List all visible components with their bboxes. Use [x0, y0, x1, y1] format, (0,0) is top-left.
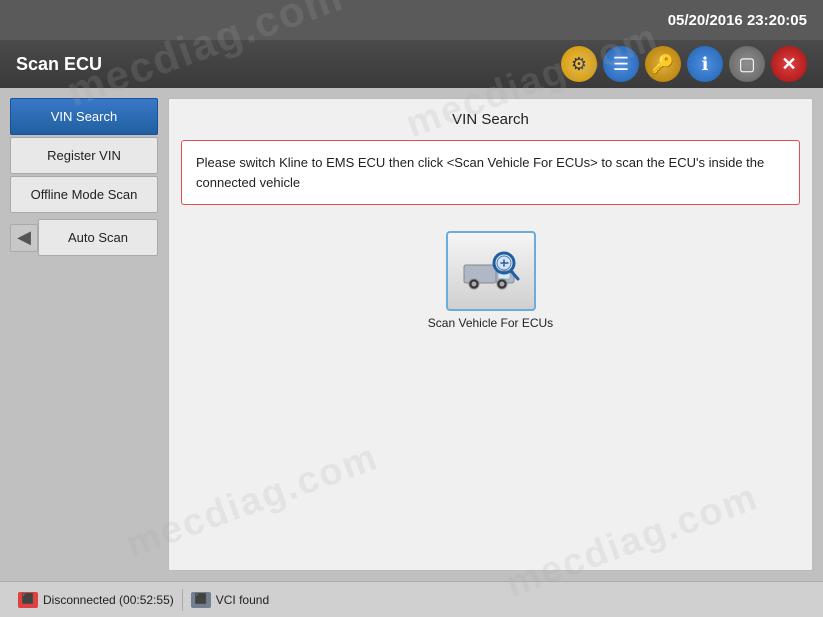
scan-button-label: Scan Vehicle For ECUs — [428, 316, 553, 330]
header: Scan ECU ⚙ ☰ 🔑 ℹ ▢ ✕ — [0, 40, 823, 88]
sidebar: VIN Search Register VIN Offline Mode Sca… — [10, 98, 158, 571]
datetime: 05/20/2016 23:20:05 — [668, 12, 807, 29]
header-icons: ⚙ ☰ 🔑 ℹ ▢ ✕ — [561, 46, 807, 82]
scan-button-area: Scan Vehicle For ECUs — [169, 231, 812, 330]
main-content: VIN Search Register VIN Offline Mode Sca… — [0, 88, 823, 581]
status-bar: ⬛ Disconnected (00:52:55) ⬛ VCI found — [0, 581, 823, 617]
vci-segment: ⬛ VCI found — [183, 592, 277, 608]
vci-label: VCI found — [216, 593, 269, 607]
scan-vehicle-button[interactable] — [446, 231, 536, 311]
right-panel: VIN Search Please switch Kline to EMS EC… — [168, 98, 813, 571]
disconnected-segment: ⬛ Disconnected (00:52:55) — [10, 592, 182, 608]
disconnected-icon: ⬛ — [18, 592, 38, 608]
sidebar-item-offline-mode-scan[interactable]: Offline Mode Scan — [10, 176, 158, 213]
list-button[interactable]: ☰ — [603, 46, 639, 82]
window-button[interactable]: ▢ — [729, 46, 765, 82]
scan-vehicle-icon — [462, 245, 520, 297]
disconnected-label: Disconnected (00:52:55) — [43, 593, 174, 607]
back-button-wrap: ◀ Auto Scan — [10, 219, 158, 256]
vci-icon: ⬛ — [191, 592, 211, 608]
back-button[interactable]: ◀ — [10, 224, 38, 252]
info-button[interactable]: ℹ — [687, 46, 723, 82]
settings-button[interactable]: ⚙ — [561, 46, 597, 82]
close-button[interactable]: ✕ — [771, 46, 807, 82]
sidebar-item-vin-search[interactable]: VIN Search — [10, 98, 158, 135]
instruction-box: Please switch Kline to EMS ECU then clic… — [181, 140, 800, 205]
key-button[interactable]: 🔑 — [645, 46, 681, 82]
top-bar: 05/20/2016 23:20:05 — [0, 0, 823, 40]
sidebar-item-register-vin[interactable]: Register VIN — [10, 137, 158, 174]
sidebar-item-auto-scan[interactable]: Auto Scan — [38, 219, 158, 256]
header-title: Scan ECU — [16, 54, 102, 75]
panel-title: VIN Search — [169, 99, 812, 140]
